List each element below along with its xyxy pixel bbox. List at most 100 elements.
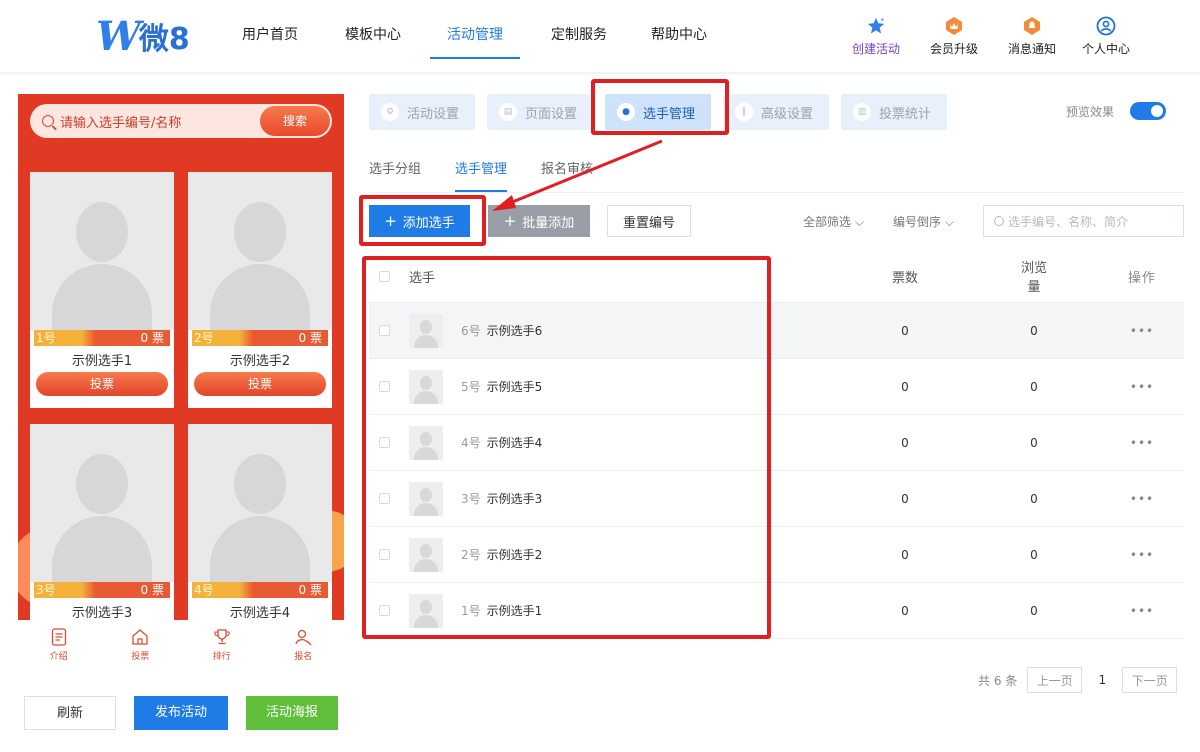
trophy-icon [212, 627, 232, 647]
brand-logo[interactable]: W 微8 [96, 12, 190, 60]
logo-w-mark: W [96, 12, 141, 60]
tab-signup[interactable]: 报名 [263, 620, 345, 668]
tab-player-groups[interactable]: 选手分组 [369, 158, 421, 190]
sort-dropdown[interactable]: 编号倒序 ⌵ [893, 213, 954, 230]
add-player-button[interactable]: + 添加选手 [369, 205, 470, 237]
vote-button[interactable]: 投票 [194, 372, 326, 396]
player-number: 2号 [461, 548, 481, 562]
player-card-strip: 2号 0 票 [192, 330, 328, 346]
prev-page-button[interactable]: 上一页 [1027, 667, 1083, 693]
personal-center-button[interactable]: 个人中心 [1082, 16, 1130, 57]
row-checkbox[interactable] [379, 381, 390, 392]
player-cell: 4号 示例选手4 [409, 425, 542, 460]
preview-search-bar[interactable]: 请输入选手编号/名称 搜索 [30, 104, 332, 138]
document-icon [49, 627, 69, 647]
step-vote-statistics[interactable]: ▥ 投票统计 [841, 94, 947, 130]
batch-add-button[interactable]: + 批量添加 [488, 205, 590, 237]
step-player-management[interactable]: ● 选手管理 [605, 94, 711, 130]
member-upgrade-label: 会员升级 [930, 42, 979, 56]
next-page-button[interactable]: 下一页 [1122, 667, 1178, 693]
more-actions-button[interactable]: ••• [1127, 604, 1157, 618]
avatar [409, 425, 443, 460]
row-checkbox[interactable] [379, 605, 390, 616]
publish-activity-button[interactable]: 发布活动 [134, 696, 228, 730]
player-search-input[interactable]: 选手编号、名称、简介 [983, 205, 1184, 237]
more-actions-button[interactable]: ••• [1127, 492, 1157, 506]
tab-player-management[interactable]: 选手管理 [455, 158, 508, 192]
nav-item-home[interactable]: 用户首页 [220, 0, 320, 72]
preview-search-placeholder: 请输入选手编号/名称 [60, 115, 182, 131]
step-activity-settings[interactable]: ⚙ 活动设置 [369, 94, 475, 130]
member-upgrade-button[interactable]: 会员升级 [930, 16, 978, 57]
select-all-checkbox[interactable] [379, 270, 390, 282]
star-icon [866, 16, 886, 36]
table-row[interactable]: 3号 示例选手3 0 0 ••• [369, 471, 1184, 527]
vote-button[interactable]: 投票 [36, 372, 168, 396]
reset-numbering-button[interactable]: 重置编号 [607, 205, 691, 237]
more-actions-button[interactable]: ••• [1127, 380, 1157, 394]
row-checkbox[interactable] [379, 549, 390, 560]
player-card[interactable]: 1号 0 票 示例选手1 投票 [30, 172, 174, 408]
views-cell: 0 [1030, 491, 1038, 506]
total-count: 共 6 条 [978, 673, 1018, 688]
tab-vote[interactable]: 投票 [100, 620, 182, 668]
gear-icon: ⚙ [381, 103, 399, 121]
tab-vote-label: 投票 [131, 651, 150, 662]
row-checkbox[interactable] [379, 437, 390, 448]
preview-search-button[interactable]: 搜索 [260, 106, 330, 136]
player-photo-placeholder [188, 172, 332, 330]
table-row[interactable]: 6号 示例选手6 0 0 ••• [369, 303, 1184, 359]
votes-cell: 0 [901, 435, 909, 450]
batch-add-label: 批量添加 [522, 215, 575, 231]
more-actions-button[interactable]: ••• [1127, 548, 1157, 562]
pagination: 共 6 条 上一页 1 下一页 [978, 667, 1178, 693]
header-ops: 操作 [1127, 270, 1156, 286]
table-row[interactable]: 2号 示例选手2 0 0 ••• [369, 527, 1184, 583]
row-checkbox[interactable] [379, 493, 390, 504]
step-label: 页面设置 [525, 106, 578, 122]
more-actions-button[interactable]: ••• [1127, 324, 1157, 338]
row-checkbox[interactable] [379, 325, 390, 336]
bell-badge-icon [1022, 16, 1042, 36]
step-advanced-settings[interactable]: ‖ 高级设置 [723, 94, 829, 130]
views-cell: 0 [1030, 379, 1038, 394]
player-name: 示例选手4 [229, 606, 291, 620]
nav-item-custom-service[interactable]: 定制服务 [524, 0, 634, 72]
current-page[interactable]: 1 [1082, 673, 1122, 687]
preview-effect-switch[interactable] [1130, 102, 1167, 120]
nav-item-templates[interactable]: 模板中心 [320, 0, 426, 72]
notifications-button[interactable]: 消息通知 [1008, 16, 1056, 57]
home-icon [130, 627, 150, 647]
tab-signup-review[interactable]: 报名审核 [541, 158, 593, 190]
table-row[interactable]: 5号 示例选手5 0 0 ••• [369, 359, 1184, 415]
user-icon: ● [617, 103, 635, 121]
player-name: 示例选手2 [229, 354, 291, 369]
votes-cell: 0 [901, 323, 909, 338]
create-activity-button[interactable]: 创建活动 [852, 16, 900, 57]
player-cell: 3号 示例选手3 [409, 481, 542, 516]
player-card[interactable]: 3号 0 票 示例选手3 [30, 424, 174, 620]
page-icon: ▤ [499, 103, 517, 121]
crown-badge-icon [944, 16, 964, 36]
filter-dropdown[interactable]: 全部筛选 ⌵ [803, 213, 864, 230]
nav-item-help-center[interactable]: 帮助中心 [634, 0, 724, 72]
refresh-button[interactable]: 刷新 [24, 696, 116, 730]
table-row[interactable]: 4号 示例选手4 0 0 ••• [369, 415, 1184, 471]
header-votes: 票数 [891, 270, 918, 286]
player-number: 2号 [194, 331, 214, 345]
preview-tab-bar: 介绍 投票 排行 报名 [18, 620, 344, 668]
player-card[interactable]: 4号 0 票 示例选手4 [188, 424, 332, 620]
player-card[interactable]: 2号 0 票 示例选手2 投票 [188, 172, 332, 408]
nav-item-activity-management[interactable]: 活动管理 [430, 0, 520, 72]
more-actions-button[interactable]: ••• [1127, 436, 1157, 450]
table-row[interactable]: 1号 示例选手1 0 0 ••• [369, 583, 1184, 639]
search-icon [42, 115, 54, 127]
activity-poster-button[interactable]: 活动海报 [246, 696, 338, 730]
player-vote-count: 0 票 [298, 331, 322, 345]
player-number: 3号 [461, 492, 481, 506]
tab-intro[interactable]: 介绍 [18, 620, 100, 668]
tab-ranking[interactable]: 排行 [181, 620, 263, 668]
step-page-settings[interactable]: ▤ 页面设置 [487, 94, 593, 130]
preview-effect-toggle: 预览效果 [1066, 102, 1167, 120]
player-cell: 5号 示例选手5 [409, 369, 542, 404]
